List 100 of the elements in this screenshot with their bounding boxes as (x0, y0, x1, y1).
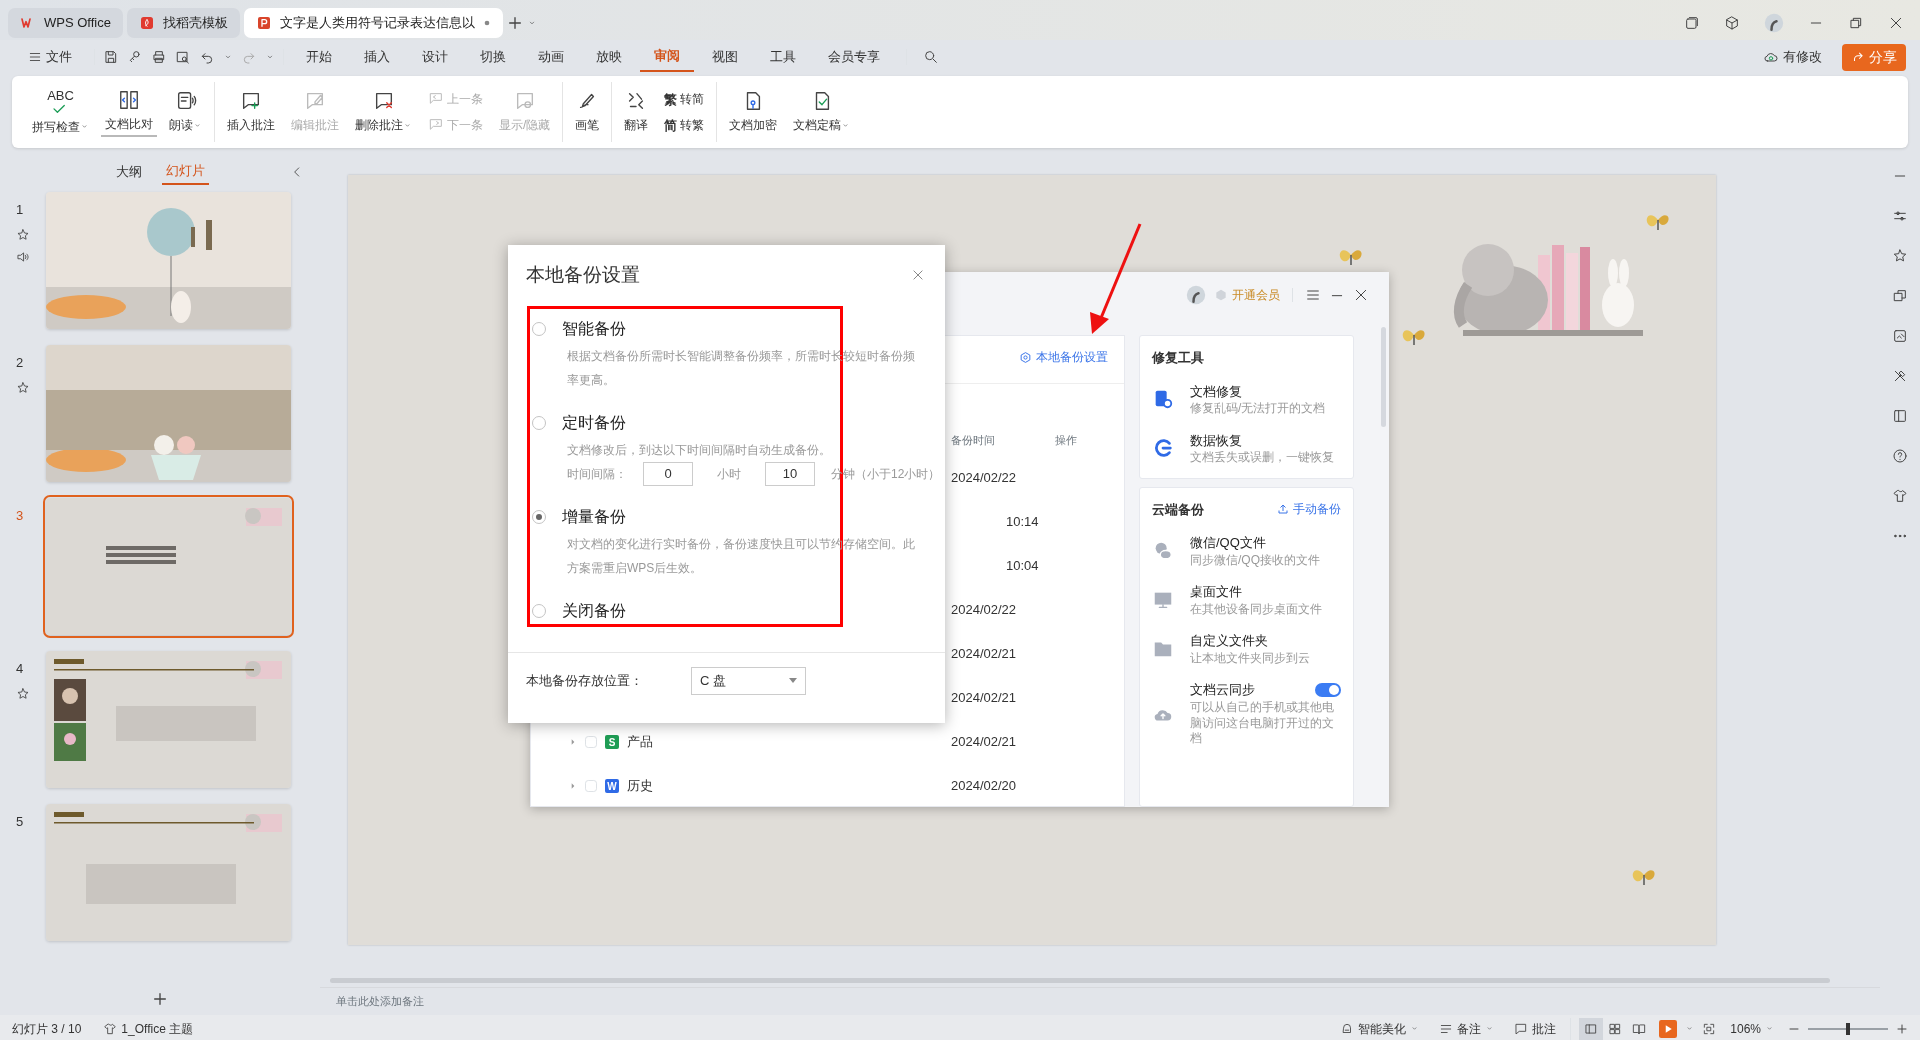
ribbon-button[interactable]: ABC 拼写检查 (28, 86, 93, 138)
ribbon-button[interactable]: 文档比对 (101, 87, 157, 137)
backup-time: 2024/02/21 (951, 645, 1017, 664)
tool-description: 修复乱码/无法打开的文档 (1190, 401, 1326, 417)
ribbon-button[interactable]: 朗读 (165, 88, 206, 136)
window-tab[interactable]: WPS Office (8, 8, 123, 38)
zoom-in-icon[interactable] (1896, 1022, 1908, 1035)
print-preview-icon[interactable] (175, 49, 191, 65)
help-icon[interactable] (1892, 448, 1908, 464)
collapse-arrow-icon[interactable] (569, 737, 577, 747)
butterfly-drawing (1339, 250, 1362, 266)
option-label[interactable]: 增量备份 (562, 504, 626, 529)
beautify-button[interactable]: 智能美化 (1334, 1017, 1426, 1040)
grid-view-icon (1608, 1022, 1623, 1037)
row-checkbox[interactable] (585, 780, 597, 792)
comments-icon (1514, 1021, 1529, 1036)
comments-button[interactable]: 批注 (1508, 1017, 1563, 1040)
window-tab[interactable]: 文字是人类用符号记录表达信息以 (243, 8, 503, 38)
slide-number: 2 (16, 354, 25, 372)
window-tab[interactable]: 找稻壳模板 (126, 8, 240, 38)
option-label[interactable]: 定时备份 (562, 410, 626, 435)
tool-title[interactable]: 数据恢复 (1190, 430, 1334, 451)
zoom-level-button[interactable]: 106% (1724, 1017, 1780, 1040)
ribbon-tab[interactable]: 工具 (756, 43, 810, 71)
add-slide-icon[interactable] (152, 991, 168, 1007)
add-tab-icon[interactable] (506, 15, 523, 31)
image-edit-icon[interactable] (1892, 328, 1908, 344)
cloud-option-title[interactable]: 自定义文件夹 (1190, 631, 1268, 651)
ribbon-tab[interactable]: 插入 (350, 43, 404, 71)
cloud-option-title[interactable]: 文档云同步 (1190, 680, 1255, 700)
copy-icon[interactable] (1892, 288, 1908, 304)
previous-comment-icon (428, 91, 444, 107)
ribbon-tab[interactable]: 放映 (582, 43, 636, 71)
key-icon[interactable] (127, 49, 143, 65)
caret-icon (1765, 1024, 1774, 1033)
view-tab[interactable]: 大纲 (111, 160, 146, 184)
ribbon-tab[interactable]: 视图 (698, 43, 752, 71)
manual-backup-button[interactable]: 手动备份 (1277, 500, 1341, 519)
menu-icon[interactable] (1305, 287, 1321, 303)
ribbon-button[interactable]: 简 转繁 (660, 114, 709, 136)
ribbon-button[interactable]: 画笔 (571, 88, 604, 136)
shirt-icon[interactable] (1892, 488, 1908, 504)
option-label[interactable]: 关闭备份 (562, 598, 626, 623)
avatar-icon[interactable] (1186, 285, 1206, 305)
share-icon (1851, 50, 1865, 64)
file-menu[interactable]: 文件 (14, 43, 86, 71)
ribbon-tab[interactable]: 开始 (292, 43, 346, 71)
restore-icon[interactable] (1848, 15, 1864, 31)
interval-label: 时间间隔： (567, 465, 627, 483)
play-icon[interactable] (1659, 1019, 1678, 1038)
ribbon-tab[interactable]: 会员专享 (814, 43, 894, 71)
save-icon[interactable] (103, 49, 119, 65)
windows-icon[interactable] (1684, 15, 1700, 31)
ribbon-button[interactable]: 文档定稿 (789, 88, 855, 136)
star-icon[interactable] (1892, 248, 1908, 264)
tools-icon[interactable] (1892, 368, 1908, 384)
cloud-option-title[interactable]: 微信/QQ文件 (1190, 533, 1266, 553)
normal-view-icon (1584, 1022, 1599, 1037)
next-comment-icon (428, 117, 444, 133)
backup-settings-link[interactable]: 本地备份设置 (1019, 348, 1108, 366)
location-dropdown[interactable]: C 盘 (691, 667, 806, 695)
cloud-option-title[interactable]: 桌面文件 (1190, 582, 1242, 602)
normal-view-button[interactable] (1579, 1017, 1604, 1040)
ribbon-button[interactable]: 繁 转简 (660, 88, 709, 110)
butterfly-drawing (1632, 870, 1655, 886)
print-icon[interactable] (151, 49, 167, 65)
book-icon[interactable] (1892, 408, 1908, 424)
tool-title[interactable]: 文档修复 (1190, 381, 1326, 401)
collapse-arrow-icon[interactable] (569, 781, 577, 791)
ribbon-button[interactable]: 插入批注 (223, 88, 279, 136)
compare-icon (118, 89, 140, 111)
option-label[interactable]: 智能备份 (562, 316, 626, 341)
ribbon-button[interactable]: 翻译 (620, 88, 653, 136)
section-title: 云端备份 (1152, 500, 1204, 519)
close-icon[interactable] (1353, 287, 1369, 303)
ribbon-button[interactable]: 删除批注 (351, 88, 416, 136)
avatar-icon[interactable] (1764, 13, 1784, 33)
ribbon-tab[interactable]: 设计 (408, 43, 462, 71)
theme-button[interactable]: 1_Office 主题 (97, 1017, 200, 1040)
slider-thumb[interactable] (1846, 1022, 1850, 1035)
ribbon-tab[interactable]: 动画 (524, 43, 578, 71)
notes-button[interactable]: 备注 (1433, 1017, 1501, 1040)
zoom-slider[interactable] (1808, 1022, 1888, 1035)
notes-placeholder[interactable]: 单击此处添加备注 (336, 992, 424, 1011)
fit-window-icon[interactable] (1702, 1021, 1717, 1036)
cloud-option-description: 可以从自己的手机或其他电脑访问这台电脑打开过的文档 (1190, 699, 1335, 747)
ribbon-button[interactable]: 文档加密 (725, 88, 782, 136)
cube-icon[interactable] (1724, 15, 1740, 31)
hours-field[interactable]: 0 (643, 461, 693, 486)
ribbon-tab[interactable]: 切换 (466, 43, 520, 71)
app-logo-icon (138, 15, 155, 31)
minutes-field[interactable]: 10 (765, 461, 815, 486)
menu-icon (28, 50, 42, 64)
toggle-switch[interactable] (1315, 683, 1341, 698)
section-title: 修复工具 (1152, 349, 1205, 367)
backup-time: 2024/02/21 (951, 689, 1017, 708)
search-icon[interactable] (923, 49, 939, 65)
sync-status-button[interactable]: 有修改 (1759, 43, 1826, 71)
row-checkbox[interactable] (585, 736, 597, 748)
close-icon[interactable] (1888, 15, 1904, 31)
